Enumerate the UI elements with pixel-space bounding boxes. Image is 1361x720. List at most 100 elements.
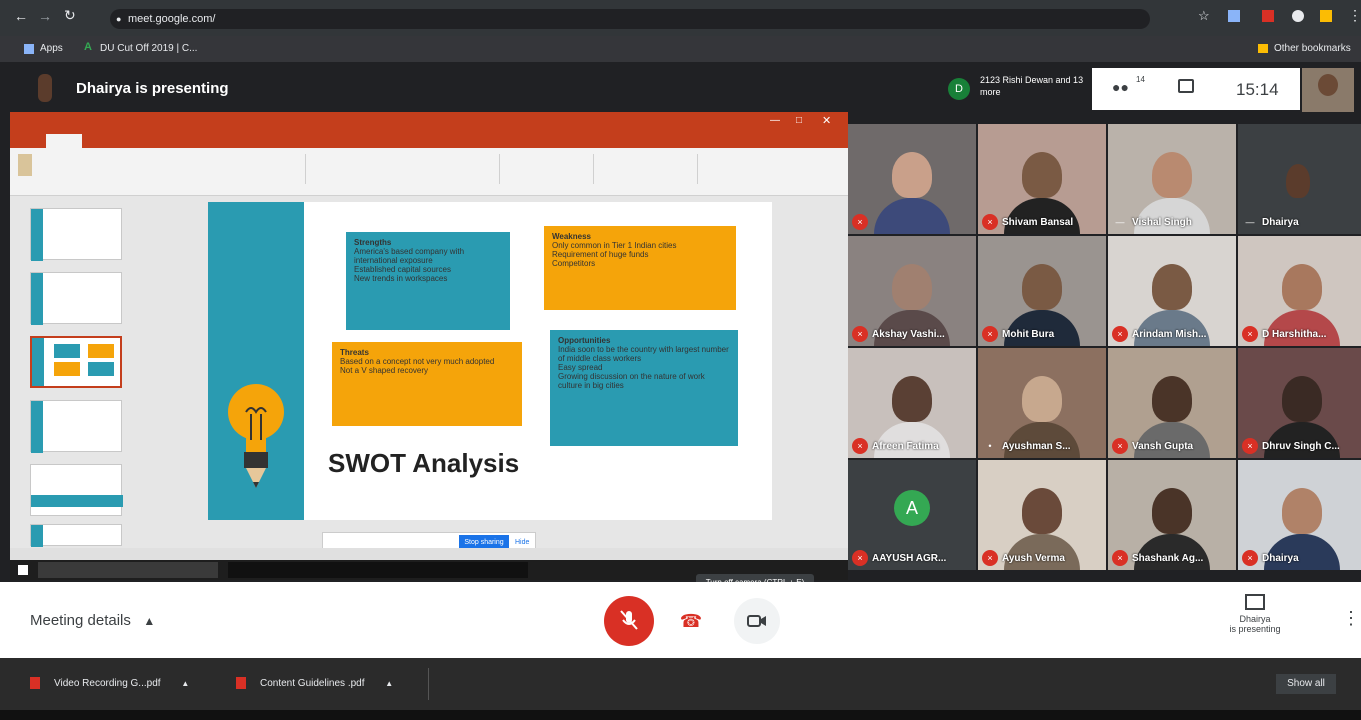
hang-up-icon: ☎ (679, 611, 703, 631)
slide-thumbnail[interactable] (30, 464, 123, 516)
presenting-button[interactable]: Dhairya is presenting (1210, 594, 1300, 648)
chat-icon[interactable] (1178, 79, 1194, 93)
mic-off-icon: × (852, 326, 868, 342)
chevron-up-icon[interactable]: ▲ (385, 679, 393, 688)
back-icon[interactable]: ← (14, 8, 28, 24)
slide-thumbnail[interactable] (30, 208, 122, 261)
meet-bottom-bar: Meeting details ▲ ☎ Dhairya is presentin… (0, 582, 1361, 658)
participants-label: 2123 Rishi Dewan and 13 more (980, 75, 1084, 97)
shapes-gallery[interactable] (504, 154, 594, 184)
weakness-line: Requirement of huge funds (552, 250, 649, 259)
slide-thumbnail[interactable] (30, 272, 122, 325)
download-item[interactable]: Content Guidelines .pdf ▲ (236, 674, 393, 694)
opportunities-heading: Opportunities (558, 336, 611, 345)
window-minimize-icon[interactable]: — (770, 115, 780, 126)
menu-icon[interactable]: ⋮ (1348, 7, 1361, 24)
meet-header: Dhairya is presenting D 2123 Rishi Dewan… (0, 62, 1361, 114)
mic-off-icon: × (852, 438, 868, 454)
people-icon[interactable]: ●● (1112, 79, 1129, 95)
participant-tile[interactable]: × D Harshitha... (1238, 236, 1361, 346)
reload-icon[interactable]: ↻ (64, 7, 76, 24)
strengths-line: America's based company with internation… (354, 247, 465, 265)
other-bookmarks[interactable]: Other bookmarks (1274, 43, 1351, 54)
mic-off-icon: — (1115, 217, 1125, 227)
url-text: meet.google.com/ (128, 13, 216, 25)
chevron-up-icon: ▲ (143, 614, 156, 628)
slide-title: SWOT Analysis (328, 448, 520, 478)
end-call-button[interactable]: ☎ (668, 598, 714, 644)
downloads-bar: Video Recording G...pdf ▲ Content Guidel… (0, 658, 1361, 710)
participant-tile[interactable]: × Shivam Bansal (978, 124, 1106, 234)
strengths-line: New trends in workspaces (354, 274, 448, 283)
extension-icon[interactable] (1320, 10, 1332, 22)
participant-tile[interactable]: A × AAYUSH AGR... (848, 460, 976, 570)
apps-icon[interactable] (24, 44, 34, 54)
extension-icon[interactable] (1292, 10, 1304, 22)
presenter-avatar (38, 74, 52, 102)
slide-canvas: Strengths America's based company with i… (208, 202, 772, 520)
self-view-face (1318, 74, 1338, 96)
bookmark-apps[interactable]: Apps (40, 43, 63, 54)
meeting-details-label: Meeting details (30, 612, 131, 629)
extension-icon[interactable] (1262, 10, 1274, 22)
microphone-button[interactable] (604, 596, 654, 646)
slide-thumbnail[interactable] (30, 400, 122, 453)
participant-tile[interactable]: — Vishal Singh (1108, 124, 1236, 234)
self-view[interactable] (1302, 68, 1354, 112)
browser-tab-bar: ← → ↻ ● meet.google.com/ ☆ ⋮ (0, 0, 1361, 36)
weakness-heading: Weakness (552, 232, 591, 241)
pdf-file-icon (236, 677, 246, 690)
download-item[interactable]: Video Recording G...pdf ▲ (30, 674, 189, 694)
meeting-details-button[interactable]: Meeting details ▲ (30, 612, 155, 630)
participants-chip[interactable]: D 2123 Rishi Dewan and 13 more (944, 68, 1090, 108)
presenting-line1: Dhairya (1239, 614, 1271, 624)
participant-tile[interactable]: × Mohit Bura (978, 236, 1106, 346)
windows-taskbar-bottom (0, 710, 1361, 720)
participant-tile[interactable]: × Shashank Ag... (1108, 460, 1236, 570)
taskbar-app-icons[interactable] (228, 562, 528, 578)
windows-start-icon[interactable] (18, 565, 28, 575)
forward-icon[interactable]: → (38, 8, 52, 24)
participant-avatar: A (894, 490, 930, 526)
opportunities-line: Growing discussion on the nature of work… (558, 372, 705, 390)
participant-tile[interactable]: × Dhruv Singh C... (1238, 348, 1361, 458)
participant-tile[interactable]: × Dhairya (1238, 460, 1361, 570)
url-bar[interactable]: ● meet.google.com/ (110, 9, 1150, 29)
presenter-banner: Dhairya is presenting (76, 80, 229, 97)
participant-tile[interactable]: — Dhairya (1238, 124, 1361, 234)
pdf-file-icon (30, 677, 40, 690)
window-close-icon[interactable]: ✕ (822, 114, 831, 127)
participant-tile[interactable]: × Ayush Verma (978, 460, 1106, 570)
search-box[interactable] (38, 562, 218, 578)
participant-tile[interactable]: × Arindam Mish... (1108, 236, 1236, 346)
ribbon-tab-active[interactable] (46, 134, 82, 148)
participant-tile[interactable]: × (848, 124, 976, 234)
participant-tile[interactable]: × Afreen Fatima (848, 348, 976, 458)
bookmark-du-cutoff[interactable]: DU Cut Off 2019 | C... (100, 43, 197, 54)
mic-off-icon: × (982, 214, 998, 230)
threats-heading: Threats (340, 348, 369, 357)
download-separator (428, 668, 429, 700)
extension-icon[interactable] (1228, 10, 1240, 22)
mic-off-icon: × (1242, 326, 1258, 342)
mic-off-icon: × (1112, 550, 1128, 566)
slide-thumbnail-selected[interactable] (30, 336, 122, 388)
more-options-icon[interactable]: ⋮ (1342, 608, 1360, 629)
star-icon[interactable]: ☆ (1198, 8, 1210, 24)
powerpoint-title-bar: — □ ✕ (10, 112, 848, 132)
mic-off-icon: × (982, 326, 998, 342)
participant-tile[interactable]: • Ayushman S... (978, 348, 1106, 458)
camera-button[interactable] (734, 598, 780, 644)
paste-icon[interactable] (18, 154, 32, 176)
participant-tile[interactable]: × Vansh Gupta (1108, 348, 1236, 458)
clock-time: 15:14 (1236, 80, 1279, 99)
strengths-line: Established capital sources (354, 265, 451, 274)
present-screen-icon (1245, 594, 1265, 610)
show-all-button[interactable]: Show all (1276, 674, 1336, 694)
participant-tile[interactable]: × Akshay Vashi... (848, 236, 976, 346)
shared-screen: — □ ✕ Strengths America's based company … (10, 112, 848, 580)
window-maximize-icon[interactable]: □ (796, 115, 802, 126)
chevron-up-icon[interactable]: ▲ (181, 679, 189, 688)
slide-thumbnail[interactable] (30, 524, 122, 547)
mic-off-icon: × (1112, 326, 1128, 342)
